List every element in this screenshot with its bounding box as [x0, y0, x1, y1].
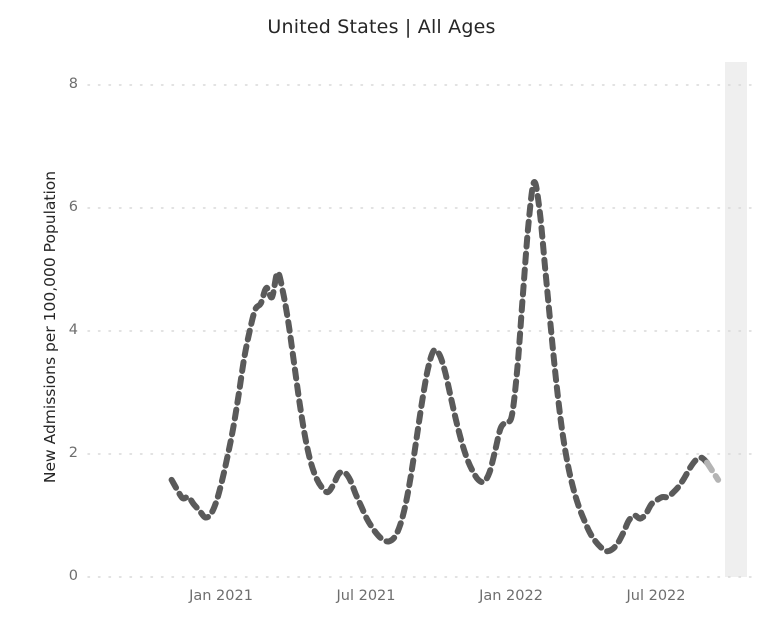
series-line-new-admissions [168, 179, 710, 555]
x-tick-label: Jan 2022 [479, 588, 543, 604]
y-tick-label: 2 [68, 445, 78, 461]
plot-area [87, 62, 753, 578]
chart-figure: United States | All Ages New Admissions … [0, 0, 763, 620]
incomplete-data-band [725, 62, 747, 577]
y-tick-label: 4 [68, 322, 78, 338]
series-line-partial [703, 459, 722, 483]
x-tick-label: Jul 2022 [626, 588, 686, 604]
y-tick-label: 8 [68, 76, 78, 92]
x-tick-label: Jan 2021 [189, 588, 253, 604]
x-tick-label: Jul 2021 [336, 588, 396, 604]
y-tick-label: 0 [68, 568, 78, 584]
y-tick-label: 6 [68, 199, 78, 215]
